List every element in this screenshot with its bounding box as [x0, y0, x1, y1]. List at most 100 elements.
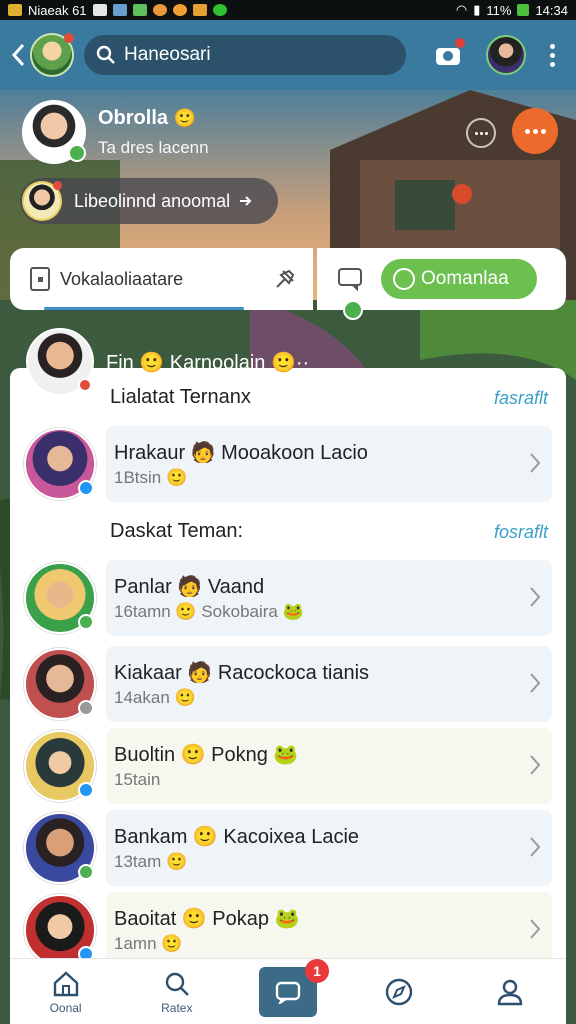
notification-dot	[455, 38, 465, 48]
app-icon	[112, 4, 127, 16]
list-item[interactable]: Buoltin 🙂 Pokng 🐸 15tain	[10, 728, 566, 804]
section-link[interactable]: fasraflt	[494, 388, 548, 409]
status-bar: Niaeak 61 ◠ ▮ 11% 14:34	[0, 0, 576, 20]
contact-meta: 15tain	[114, 770, 161, 789]
chat-bubble-icon	[393, 268, 415, 290]
comment-tab: Oomanlaa	[317, 248, 566, 320]
list-item[interactable]: Hrakaur 🧑 Mooakoon Lacio 1Btsin 🙂	[10, 426, 566, 502]
arrow-icon	[240, 196, 252, 206]
comment-button-label: Oomanlaa	[421, 268, 509, 289]
nav-search[interactable]: Ratex	[121, 959, 232, 1024]
action-bar: Vokalaoliaatare Oomanlaa	[10, 248, 566, 320]
nav-label: Ratex	[161, 1000, 193, 1015]
app-icon	[132, 4, 147, 16]
status-pill[interactable]: Libeolinnd anoomal	[20, 178, 278, 224]
search-icon	[165, 972, 189, 996]
back-button[interactable]	[8, 35, 28, 75]
pill-label: Libeolinnd anoomal	[74, 190, 231, 211]
message-icon[interactable]	[337, 267, 363, 291]
app-icon	[152, 4, 167, 16]
camera-button[interactable]	[430, 37, 466, 73]
search-text[interactable]: Haneosari	[124, 44, 211, 66]
nav-home[interactable]: Oonal	[10, 959, 121, 1024]
contact-avatar	[24, 894, 96, 966]
friend-banner[interactable]: Fin 🙂 Karnoolain 🙂··	[26, 328, 309, 396]
contact-avatar	[24, 428, 96, 500]
profile-header[interactable]: Obrolla 🙂 Ta dres lacenn	[22, 100, 209, 164]
voice-call-tab[interactable]: Vokalaoliaatare	[10, 248, 313, 310]
emoji: 🙂	[173, 107, 196, 128]
notification-icon	[8, 4, 22, 16]
app-icon	[172, 4, 187, 16]
profile-subtitle: Ta dres lacenn	[98, 137, 209, 157]
contact-name: Bankam 🙂 Kacoixea Lacie	[114, 826, 360, 848]
tab-indicator	[44, 307, 244, 310]
section-link[interactable]: fosraflt	[494, 522, 548, 543]
friend-banner-text: Fin 🙂 Karnoolain 🙂··	[106, 351, 310, 374]
pill-avatar	[22, 181, 62, 221]
clock: 14:34	[535, 2, 568, 18]
add-icon[interactable]	[343, 300, 363, 320]
nav-profile[interactable]	[455, 959, 566, 1024]
chevron-right-icon	[530, 755, 541, 775]
list-item[interactable]: Bankam 🙂 Kacoixea Lacie 13tam 🙂	[10, 810, 566, 886]
document-icon	[30, 267, 50, 291]
comment-button[interactable]: Oomanlaa	[381, 259, 537, 299]
list-item[interactable]: Baoitat 🙂 Pokap 🐸 1amn 🙂	[10, 892, 566, 968]
profile-name: Obrolla	[98, 106, 169, 129]
contact-name: Kiakaar 🧑 Racockoca tianis	[114, 662, 370, 684]
friend-avatar	[26, 328, 94, 396]
profile-icon	[498, 979, 523, 1005]
status-left-text: Niaeak 61	[28, 2, 87, 18]
my-avatar[interactable]	[486, 35, 526, 75]
verified-badge	[78, 480, 94, 496]
verified-badge	[78, 782, 94, 798]
chevron-right-icon	[530, 587, 541, 607]
chevron-right-icon	[530, 837, 541, 857]
verified-badge	[78, 700, 94, 716]
nav-explore[interactable]	[344, 959, 455, 1024]
chevron-right-icon	[530, 673, 541, 693]
more-options-button[interactable]	[544, 43, 560, 67]
contact-name: Hrakaur 🧑 Mooakoon Lacio	[114, 442, 368, 464]
notification-dot	[64, 33, 74, 43]
battery-icon	[517, 4, 530, 16]
chat-button[interactable]: 1	[259, 958, 329, 1017]
contact-avatar	[24, 730, 96, 802]
friend-list-panel: Lialatat Ternanx fasraflt Hrakaur 🧑 Mooa…	[10, 368, 566, 968]
search-bar[interactable]: Haneosari	[84, 35, 406, 75]
voice-tab-label: Vokalaoliaatare	[60, 268, 184, 289]
pin-icon[interactable]	[271, 265, 299, 293]
verified-badge	[78, 614, 94, 630]
contact-name: Panlar 🧑 Vaand	[114, 576, 265, 598]
chevron-right-icon	[530, 453, 541, 473]
contact-meta: 16tamn 🙂 Sokobaira 🐸	[114, 602, 304, 621]
home-icon	[53, 970, 78, 996]
group-avatar[interactable]	[30, 33, 74, 77]
chat-options-button[interactable]	[512, 108, 558, 154]
contact-meta: 13tam 🙂	[114, 852, 188, 871]
profile-avatar[interactable]	[22, 100, 86, 164]
chevron-left-icon	[11, 43, 25, 67]
top-app-bar: Haneosari	[0, 20, 576, 90]
chat-icon	[275, 981, 301, 1004]
search-icon	[96, 45, 115, 64]
compass-icon	[386, 978, 413, 1005]
online-badge	[68, 144, 86, 162]
contact-avatar	[24, 648, 96, 720]
nav-chat[interactable]: 1	[232, 958, 343, 1024]
contact-avatar	[24, 562, 96, 634]
wifi-icon: ◠	[455, 2, 468, 17]
contact-name: Buoltin 🙂 Pokng 🐸	[114, 744, 299, 766]
contact-meta: 14akan 🙂	[114, 688, 196, 707]
list-item[interactable]: Kiakaar 🧑 Racockoca tianis 14akan 🙂	[10, 646, 566, 722]
list-item[interactable]: Panlar 🧑 Vaand 16tamn 🙂 Sokobaira 🐸	[10, 560, 566, 636]
signal-icon: ▮	[473, 2, 481, 17]
bottom-nav: Oonal Ratex 1	[10, 958, 566, 1024]
unread-badge: 1	[305, 958, 329, 983]
app-icon	[92, 4, 107, 16]
battery-percent: 11%	[486, 2, 512, 18]
contact-avatar	[24, 812, 96, 884]
more-button[interactable]	[466, 118, 496, 148]
contact-meta: 1Btsin 🙂	[114, 468, 188, 487]
